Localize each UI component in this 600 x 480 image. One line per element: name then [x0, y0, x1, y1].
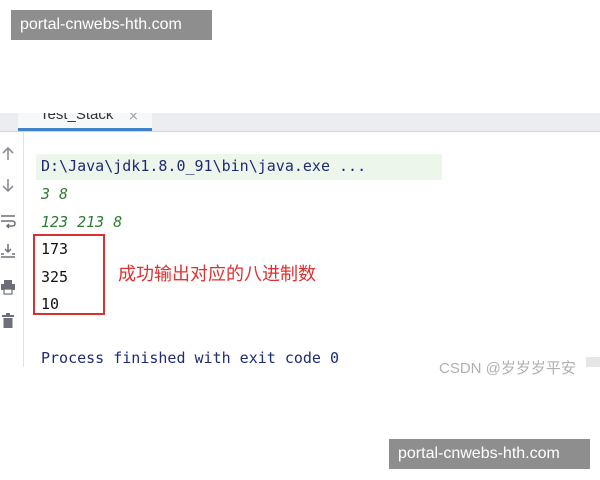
run-tab-strip: Test_Stack ×	[0, 113, 600, 132]
watermark-bottom: portal-cnwebs-hth.com	[389, 439, 590, 469]
console-output[interactable]: D:\Java\jdk1.8.0_91\bin\java.exe ... 3 8…	[24, 132, 600, 377]
trash-icon[interactable]	[0, 312, 16, 330]
print-icon[interactable]	[0, 278, 16, 296]
console-toolbar	[0, 132, 24, 367]
highlight-box	[33, 234, 105, 315]
command-line: D:\Java\jdk1.8.0_91\bin\java.exe ...	[41, 157, 367, 175]
annotation-text: 成功输出对应的八进制数	[118, 264, 316, 285]
run-tab-label: Test_Stack	[40, 113, 114, 123]
watermark-top: portal-cnwebs-hth.com	[11, 10, 212, 40]
csdn-watermark: CSDN @岁岁岁平安	[439, 360, 576, 377]
arrow-up-icon[interactable]	[0, 145, 16, 163]
close-icon[interactable]: ×	[128, 113, 139, 124]
arrow-down-icon[interactable]	[0, 176, 16, 194]
input-line: 123 213 8	[41, 213, 123, 231]
run-tab[interactable]: Test_Stack ×	[18, 113, 152, 131]
sort-icon[interactable]	[0, 242, 16, 260]
scrollbar-corner[interactable]	[586, 357, 600, 367]
exit-message: Process finished with exit code 0	[41, 349, 340, 367]
input-line: 3 8	[41, 185, 69, 203]
run-console-panel: Test_Stack × D:\Java\jdk1.8.0_91\bin\jav…	[0, 113, 600, 377]
soft-wrap-icon[interactable]	[0, 212, 16, 230]
